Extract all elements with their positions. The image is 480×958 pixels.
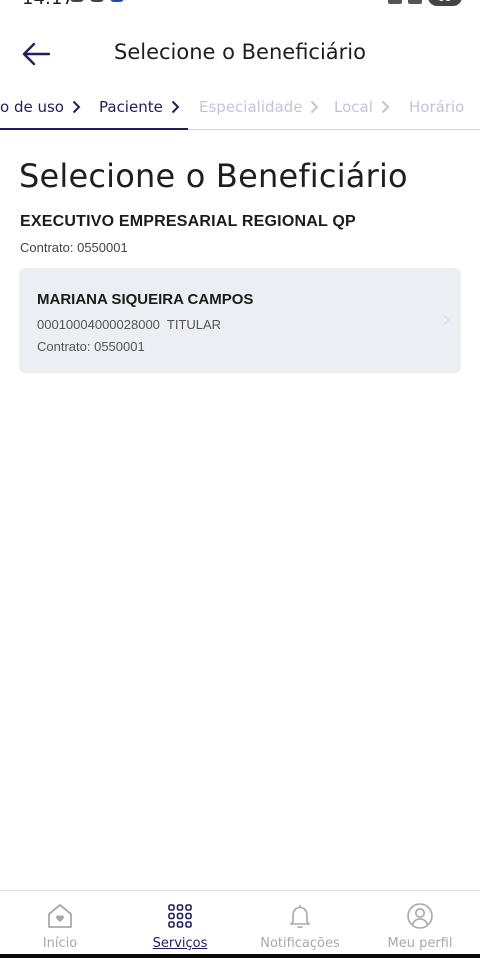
bottom-navigation: Início Serviços Notificações Meu perfil xyxy=(0,890,480,954)
page-title: Selecione o Beneficiário xyxy=(19,157,408,195)
chevron-right-icon xyxy=(311,100,319,114)
nav-label: Notificações xyxy=(260,936,340,951)
signal-icon xyxy=(408,0,422,4)
step-label: Local xyxy=(334,98,373,116)
notification-icons xyxy=(70,0,124,2)
system-navigation-bar xyxy=(0,954,480,958)
home-heart-icon xyxy=(45,901,75,931)
chevron-right-icon xyxy=(72,100,81,114)
chevron-right-icon xyxy=(442,314,451,326)
step-specialty[interactable]: Especialidade xyxy=(199,98,319,116)
screen: 14:17 69 Selecione o Beneficiário o de u… xyxy=(0,0,480,958)
whatsapp-notification-icon xyxy=(90,0,104,2)
mute-icon xyxy=(388,0,402,4)
beneficiary-contract: Contrato: 0550001 xyxy=(37,339,145,354)
nav-label: Início xyxy=(42,936,78,951)
gallery-notification-icon xyxy=(70,0,84,2)
step-label: o de uso xyxy=(0,98,64,116)
battery-indicator: 69 xyxy=(428,0,462,6)
step-label: Paciente xyxy=(99,98,163,116)
nav-notifications[interactable]: Notificações xyxy=(240,891,360,954)
booking-stepper: o de uso Paciente Especialidade Local Ho… xyxy=(0,88,480,130)
stepper-active-underline xyxy=(0,128,188,130)
company-name: EXECUTIVO EMPRESARIAL REGIONAL QP xyxy=(20,213,356,230)
header-title: Selecione o Beneficiário xyxy=(113,40,366,64)
chevron-right-icon xyxy=(381,100,390,114)
status-time: 14:17 xyxy=(22,0,74,9)
company-contract: Contrato: 0550001 xyxy=(20,240,128,255)
step-time[interactable]: Horário xyxy=(409,98,464,116)
bell-icon xyxy=(285,901,315,931)
nav-services[interactable]: Serviços xyxy=(120,891,240,954)
beneficiary-id: 00010004000028000 TITULAR xyxy=(37,317,222,332)
nav-label: Serviços xyxy=(152,936,208,951)
nav-home[interactable]: Início xyxy=(0,891,120,954)
beneficiary-name: MARIANA SIQUEIRA CAMPOS xyxy=(37,291,254,308)
step-label: Horário xyxy=(409,98,465,116)
step-patient[interactable]: Paciente xyxy=(99,98,180,116)
status-bar: 14:17 69 xyxy=(0,0,480,9)
app-header: Selecione o Beneficiário xyxy=(0,30,480,78)
nav-label: Meu perfil xyxy=(387,936,453,951)
step-usage-type[interactable]: o de uso xyxy=(0,98,81,116)
system-icons: 69 xyxy=(388,0,462,6)
nav-profile[interactable]: Meu perfil xyxy=(360,891,480,954)
chevron-right-icon xyxy=(171,100,180,114)
beneficiary-card[interactable]: MARIANA SIQUEIRA CAMPOS 0001000400002800… xyxy=(19,268,461,373)
step-label: Especialidade xyxy=(199,98,303,116)
step-location[interactable]: Local xyxy=(334,98,390,116)
user-circle-icon xyxy=(405,901,435,931)
grid-icon xyxy=(165,901,195,931)
app-notification-icon xyxy=(110,0,124,2)
